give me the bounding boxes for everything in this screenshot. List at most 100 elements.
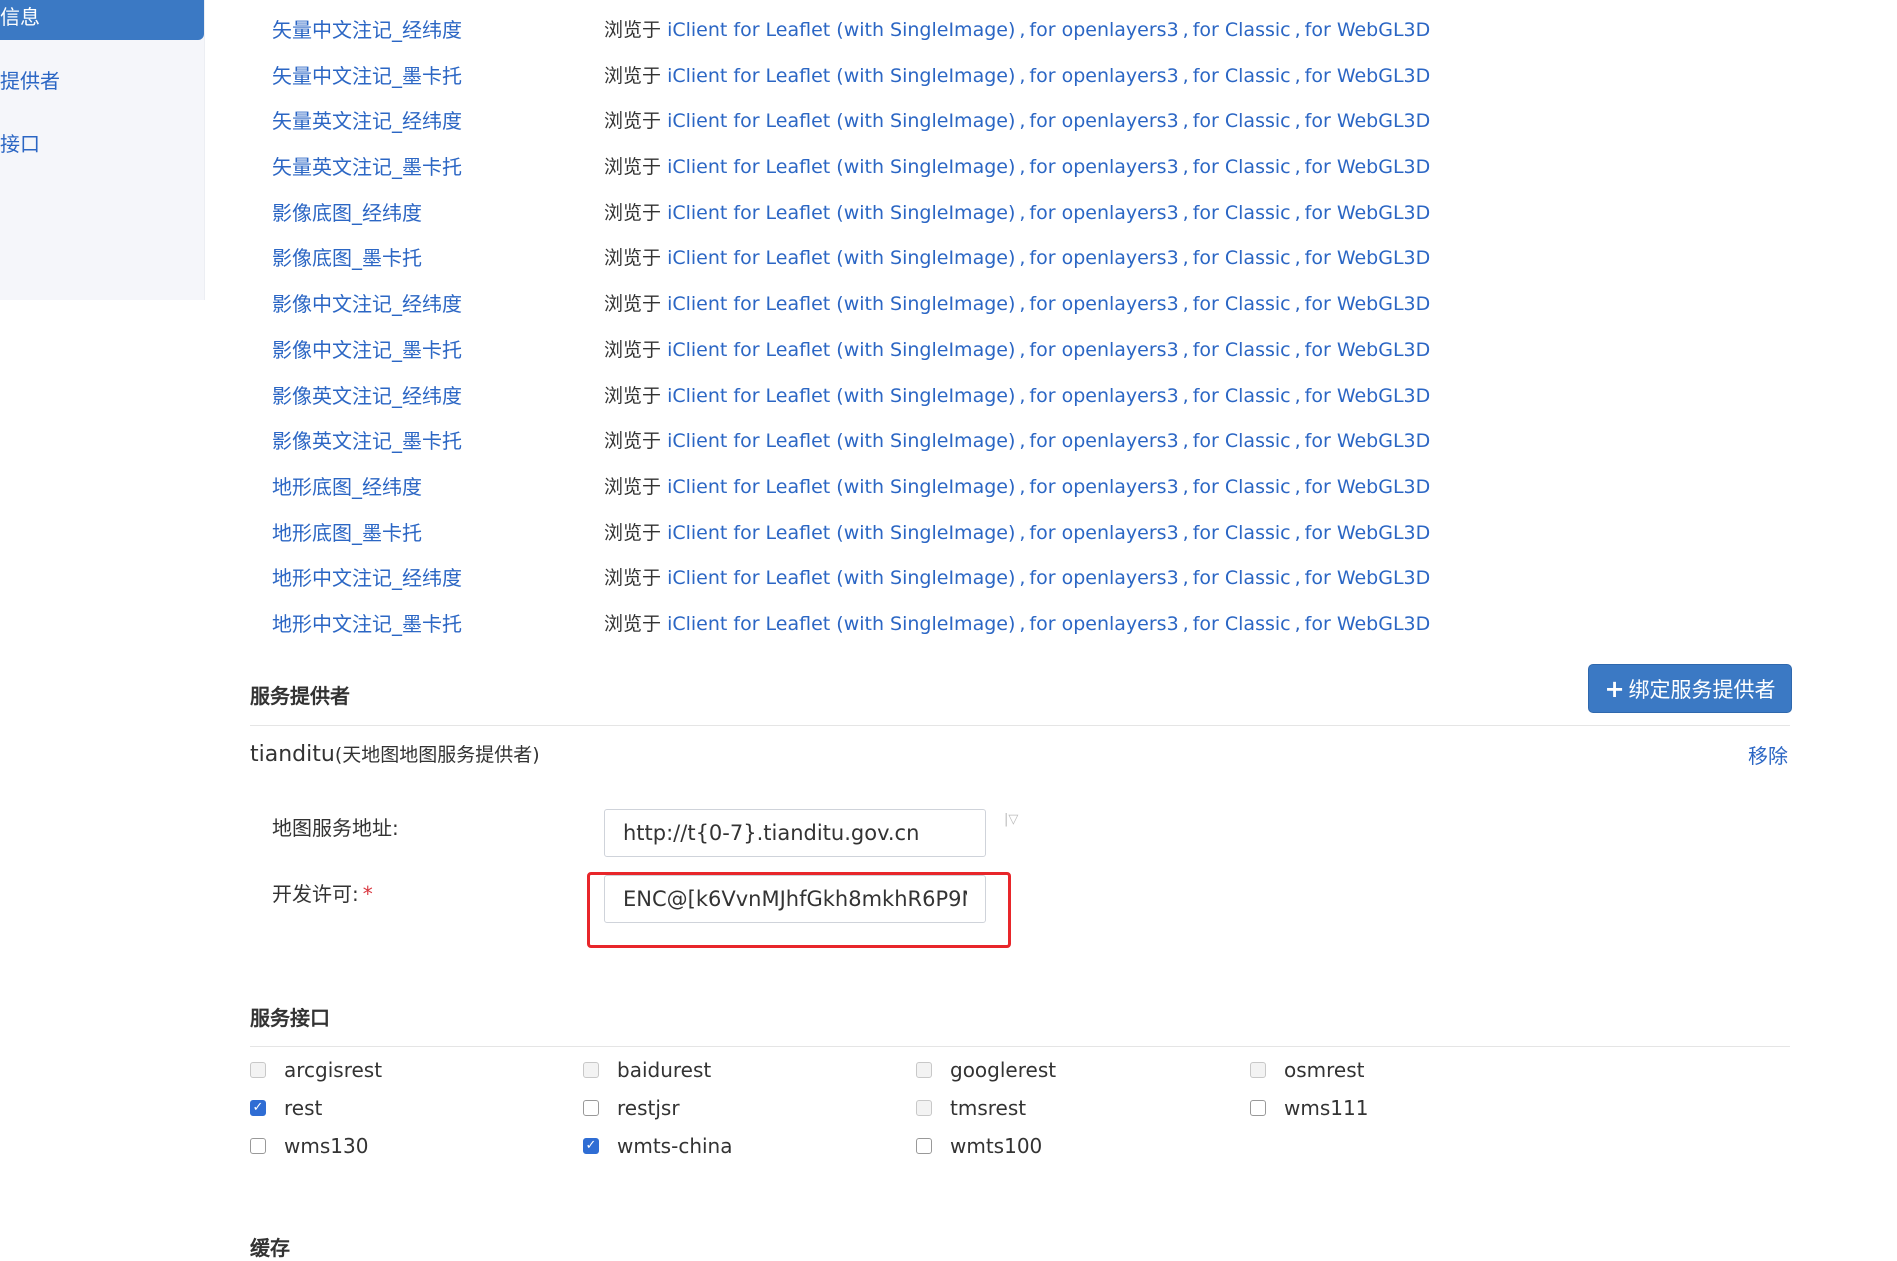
interface-checkbox[interactable]: wms111 — [1250, 1096, 1368, 1120]
browse-link[interactable]: for openlayers3 — [1029, 567, 1178, 589]
browse-link[interactable]: for WebGL3D — [1305, 339, 1431, 361]
browse-link[interactable]: for openlayers3 — [1029, 202, 1178, 224]
browse-link[interactable]: iClient for Leaflet (with SingleImage) — [667, 613, 1015, 635]
browse-link[interactable]: for Classic — [1193, 339, 1291, 361]
browse-link[interactable]: iClient for Leaflet (with SingleImage) — [667, 476, 1015, 498]
checkbox-icon[interactable] — [916, 1062, 932, 1078]
browse-link[interactable]: for WebGL3D — [1305, 293, 1431, 315]
checkbox-icon[interactable] — [583, 1062, 599, 1078]
browse-link[interactable]: for openlayers3 — [1029, 293, 1178, 315]
browse-link[interactable]: for WebGL3D — [1305, 110, 1431, 132]
browse-link[interactable]: for openlayers3 — [1029, 430, 1178, 452]
browse-link[interactable]: for WebGL3D — [1305, 567, 1431, 589]
layer-name-link[interactable]: 影像底图_经纬度 — [272, 193, 422, 233]
interface-checkbox[interactable]: osmrest — [1250, 1058, 1365, 1082]
layer-name-link[interactable]: 影像底图_墨卡托 — [272, 238, 422, 278]
interface-checkbox[interactable]: wmts-china — [583, 1134, 732, 1158]
browse-link[interactable]: for WebGL3D — [1305, 522, 1431, 544]
dropdown-caret-icon[interactable]: |▽ — [1004, 812, 1020, 827]
checkbox-icon[interactable] — [916, 1100, 932, 1116]
browse-link[interactable]: for openlayers3 — [1029, 613, 1178, 635]
remove-provider-link[interactable]: 移除 — [1748, 740, 1788, 769]
browse-link[interactable]: for openlayers3 — [1029, 65, 1178, 87]
browse-link[interactable]: for WebGL3D — [1305, 202, 1431, 224]
browse-link[interactable]: for Classic — [1193, 522, 1291, 544]
browse-link[interactable]: for openlayers3 — [1029, 522, 1178, 544]
layer-name-link[interactable]: 影像中文注记_经纬度 — [272, 284, 462, 324]
browse-link[interactable]: for WebGL3D — [1305, 430, 1431, 452]
bind-provider-button[interactable]: + 绑定服务提供者 — [1588, 664, 1792, 713]
checkbox-icon[interactable] — [250, 1100, 266, 1116]
browse-link[interactable]: for openlayers3 — [1029, 247, 1178, 269]
browse-link[interactable]: iClient for Leaflet (with SingleImage) — [667, 293, 1015, 315]
interface-checkbox[interactable]: baidurest — [583, 1058, 711, 1082]
browse-link[interactable]: iClient for Leaflet (with SingleImage) — [667, 202, 1015, 224]
layer-list: 矢量中文注记_经纬度 浏览于 iClient for Leaflet (with … — [272, 10, 1430, 650]
browse-link[interactable]: for Classic — [1193, 202, 1291, 224]
browse-link[interactable]: for Classic — [1193, 613, 1291, 635]
browse-link[interactable]: iClient for Leaflet (with SingleImage) — [667, 522, 1015, 544]
browse-link[interactable]: for Classic — [1193, 19, 1291, 41]
browse-link[interactable]: iClient for Leaflet (with SingleImage) — [667, 567, 1015, 589]
browse-link[interactable]: iClient for Leaflet (with SingleImage) — [667, 65, 1015, 87]
browse-link[interactable]: iClient for Leaflet (with SingleImage) — [667, 385, 1015, 407]
browse-link[interactable]: iClient for Leaflet (with SingleImage) — [667, 247, 1015, 269]
browse-link[interactable]: for openlayers3 — [1029, 156, 1178, 178]
interface-checkbox[interactable]: tmsrest — [916, 1096, 1026, 1120]
browse-link[interactable]: for WebGL3D — [1305, 385, 1431, 407]
checkbox-icon[interactable] — [1250, 1100, 1266, 1116]
map-url-input[interactable] — [604, 809, 986, 857]
browse-link[interactable]: iClient for Leaflet (with SingleImage) — [667, 19, 1015, 41]
interface-checkbox[interactable]: rest — [250, 1096, 322, 1120]
browse-link[interactable]: for WebGL3D — [1305, 613, 1431, 635]
browse-link[interactable]: for openlayers3 — [1029, 19, 1178, 41]
layer-name-link[interactable]: 地形中文注记_墨卡托 — [272, 604, 462, 644]
browse-link[interactable]: for Classic — [1193, 247, 1291, 269]
layer-name-link[interactable]: 影像中文注记_墨卡托 — [272, 330, 462, 370]
layer-name-link[interactable]: 矢量中文注记_墨卡托 — [272, 56, 462, 96]
interface-checkbox[interactable]: restjsr — [583, 1096, 680, 1120]
sidebar-item-info[interactable]: 信息 — [0, 0, 204, 40]
browse-link[interactable]: iClient for Leaflet (with SingleImage) — [667, 430, 1015, 452]
browse-link[interactable]: for Classic — [1193, 156, 1291, 178]
browse-link[interactable]: for WebGL3D — [1305, 65, 1431, 87]
checkbox-icon[interactable] — [1250, 1062, 1266, 1078]
browse-link[interactable]: for Classic — [1193, 430, 1291, 452]
interface-checkbox[interactable]: wms130 — [250, 1134, 368, 1158]
layer-name-link[interactable]: 矢量英文注记_经纬度 — [272, 101, 462, 141]
browse-link[interactable]: for Classic — [1193, 476, 1291, 498]
browse-link[interactable]: for WebGL3D — [1305, 156, 1431, 178]
browse-link[interactable]: for WebGL3D — [1305, 247, 1431, 269]
sidebar-item-provider[interactable]: 提供者 — [0, 58, 204, 104]
browse-link[interactable]: for openlayers3 — [1029, 385, 1178, 407]
browse-link[interactable]: for openlayers3 — [1029, 339, 1178, 361]
layer-name-link[interactable]: 地形底图_墨卡托 — [272, 513, 422, 553]
browse-link[interactable]: for Classic — [1193, 567, 1291, 589]
interface-checkbox[interactable]: wmts100 — [916, 1134, 1042, 1158]
browse-link[interactable]: for openlayers3 — [1029, 476, 1178, 498]
checkbox-icon[interactable] — [250, 1138, 266, 1154]
layer-name-link[interactable]: 地形底图_经纬度 — [272, 467, 422, 507]
checkbox-icon[interactable] — [916, 1138, 932, 1154]
browse-link[interactable]: iClient for Leaflet (with SingleImage) — [667, 156, 1015, 178]
layer-name-link[interactable]: 影像英文注记_经纬度 — [272, 376, 462, 416]
checkbox-icon[interactable] — [583, 1138, 599, 1154]
interface-checkbox[interactable]: googlerest — [916, 1058, 1056, 1082]
browse-link[interactable]: for Classic — [1193, 385, 1291, 407]
layer-name-link[interactable]: 矢量中文注记_经纬度 — [272, 10, 462, 50]
browse-link[interactable]: for Classic — [1193, 110, 1291, 132]
interface-checkbox[interactable]: arcgisrest — [250, 1058, 382, 1082]
browse-link[interactable]: for WebGL3D — [1305, 19, 1431, 41]
browse-link[interactable]: iClient for Leaflet (with SingleImage) — [667, 339, 1015, 361]
layer-name-link[interactable]: 矢量英文注记_墨卡托 — [272, 147, 462, 187]
checkbox-icon[interactable] — [583, 1100, 599, 1116]
browse-link[interactable]: for Classic — [1193, 293, 1291, 315]
layer-name-link[interactable]: 地形中文注记_经纬度 — [272, 558, 462, 598]
browse-link[interactable]: iClient for Leaflet (with SingleImage) — [667, 110, 1015, 132]
checkbox-icon[interactable] — [250, 1062, 266, 1078]
browse-link[interactable]: for Classic — [1193, 65, 1291, 87]
browse-link[interactable]: for WebGL3D — [1305, 476, 1431, 498]
browse-link[interactable]: for openlayers3 — [1029, 110, 1178, 132]
sidebar-item-interface[interactable]: 接口 — [0, 121, 204, 167]
layer-name-link[interactable]: 影像英文注记_墨卡托 — [272, 421, 462, 461]
